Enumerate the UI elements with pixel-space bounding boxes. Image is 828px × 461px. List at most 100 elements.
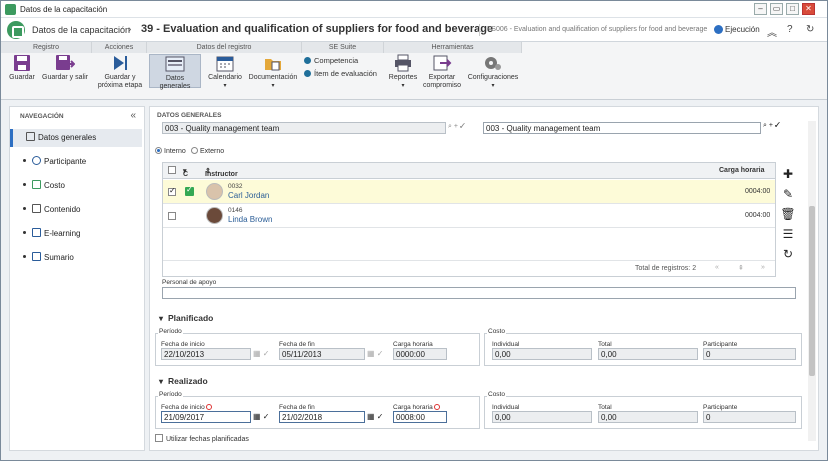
breadcrumb[interactable]: Datos de la capacitación [32, 25, 130, 35]
reports-button[interactable]: Reportes ▾ [386, 54, 420, 90]
planned-hours[interactable]: 0000:00 [393, 348, 447, 360]
column-hours[interactable]: Carga horaria [719, 167, 765, 174]
execution-button[interactable]: Ejecución [714, 25, 760, 34]
app-icon [5, 4, 16, 15]
save-button[interactable]: Guardar [6, 54, 38, 82]
team-right-field[interactable]: 003 - Quality management team [483, 122, 761, 134]
divider [479, 24, 480, 36]
nav-item-elearning[interactable]: E-learning [10, 225, 142, 243]
group-se-suite: SE Suite [302, 42, 384, 53]
next-step-icon [110, 54, 130, 72]
refresh-icon[interactable]: ↻ [779, 244, 797, 264]
instructor-hours: 0004:00 [745, 212, 771, 219]
nav-item-general-data[interactable]: Datos generales [10, 129, 142, 147]
next-page-icon[interactable]: » [761, 264, 765, 271]
competence-link[interactable]: Competencia [304, 54, 377, 67]
general-data-button[interactable]: Datos generales [149, 54, 201, 90]
gear-icon [483, 54, 503, 72]
column-c[interactable]: C ▾ [183, 167, 188, 178]
planned-cost-participant[interactable]: 0 [703, 348, 796, 360]
evaluation-item-link[interactable]: Ítem de evaluación [304, 67, 377, 80]
collapse-panel-icon[interactable]: « [130, 110, 136, 121]
window-title: Datos de la capacitación [20, 5, 108, 14]
nav-item-cost[interactable]: Costo [10, 177, 142, 195]
page-header: Datos de la capacitación › 39 - Evaluati… [1, 18, 827, 42]
group-registro: Registro [1, 42, 92, 53]
planned-section-title[interactable]: Planificado [159, 313, 213, 323]
nav-item-summary[interactable]: Sumario [10, 249, 142, 267]
close-button[interactable]: ✕ [802, 3, 815, 15]
nav-item-content[interactable]: Contenido [10, 201, 142, 219]
nav-item-participant[interactable]: Participante [10, 153, 142, 171]
general-data-panel: DATOS GENERALES 003 - Quality management… [149, 106, 819, 451]
radio-internal[interactable]: Interno [155, 147, 186, 155]
group-acciones: Acciones [92, 42, 147, 53]
instructor-hours: 0004:00 [745, 188, 771, 195]
settings-button[interactable]: Configuraciones ▾ [467, 54, 519, 90]
export-commitment-button[interactable]: Exportar compromiso [422, 54, 462, 90]
actual-hours[interactable]: 0008:00 [393, 411, 447, 423]
page-indicator-icon: ⇞ [738, 265, 744, 272]
calendar-icon[interactable]: ▦ ✓ [367, 349, 383, 358]
calendar-icon[interactable]: ▦ ✓ [253, 349, 269, 358]
search-icon[interactable]: ⌕ + ✓ [448, 123, 465, 131]
save-next-step-button[interactable]: Guardar y próxima etapa [97, 54, 143, 90]
delete-icon[interactable]: 🗑 [779, 204, 797, 224]
actual-end-date[interactable]: 21/02/2018 [279, 411, 365, 423]
navigation-panel: NAVEGACIÓN « Datos generales Participant… [9, 106, 145, 451]
radio-selected-icon [155, 147, 162, 154]
record-count: Total de registros: 2 [635, 265, 697, 272]
calendar-icon[interactable]: ▦ ✓ [253, 412, 269, 421]
planned-cost-group: Costo Individual 0,00 Total 0,00 Partici… [484, 328, 802, 366]
team-left-field[interactable]: 003 - Quality management team [162, 122, 446, 134]
column-instructor[interactable]: Instructor ⇕ [205, 167, 238, 178]
restore-button[interactable]: ▭ [770, 3, 783, 15]
instructor-name: Carl Jordan [228, 191, 270, 200]
summary-icon [32, 252, 41, 261]
use-planned-dates-checkbox[interactable] [155, 434, 163, 442]
help-icon[interactable]: ? [787, 24, 793, 35]
row-checkbox[interactable] [168, 212, 176, 220]
avatar [206, 207, 223, 224]
row-checkbox[interactable] [168, 186, 176, 196]
add-icon[interactable]: ✚ [779, 164, 797, 184]
use-planned-dates-option[interactable]: Utilizar fechas planificadas [155, 434, 249, 443]
edit-icon[interactable]: ✎ [779, 184, 797, 204]
save-exit-button[interactable]: Guardar y salir [41, 54, 89, 82]
actual-section-title[interactable]: Realizado [159, 376, 208, 386]
actual-cost-total[interactable]: 0,00 [598, 411, 698, 423]
save-exit-icon [55, 54, 76, 72]
form-icon [26, 132, 35, 141]
calendar-icon[interactable]: ▦ ✓ [367, 412, 383, 421]
list-icon[interactable]: ☰ [779, 224, 797, 244]
maximize-button[interactable]: □ [786, 3, 799, 15]
money-icon [32, 180, 41, 189]
documentation-button[interactable]: Documentación ▾ [247, 54, 299, 90]
play-icon [714, 25, 723, 34]
support-staff-field[interactable] [162, 287, 796, 299]
planned-end-date[interactable]: 05/11/2013 [279, 348, 365, 360]
actual-start-date[interactable]: 21/09/2017 [161, 411, 251, 423]
scrollbar-thumb[interactable] [809, 206, 815, 376]
minimize-button[interactable]: – [754, 3, 767, 15]
planned-cost-individual[interactable]: 0,00 [492, 348, 592, 360]
avatar [206, 183, 223, 200]
select-all-checkbox[interactable] [168, 166, 176, 174]
table-row[interactable]: 0146 Linda Brown 0004:00 [163, 204, 775, 228]
calendar-button[interactable]: Calendario ▾ [207, 54, 243, 90]
planned-start-date[interactable]: 22/10/2013 [161, 348, 251, 360]
radio-external[interactable]: Externo [191, 147, 224, 155]
actual-cost-individual[interactable]: 0,00 [492, 411, 592, 423]
search-add-icon[interactable]: ⌕ + ✓ [763, 122, 780, 130]
actual-cost-participant[interactable]: 0 [703, 411, 796, 423]
planned-cost-total[interactable]: 0,00 [598, 348, 698, 360]
prev-page-icon[interactable]: « [715, 264, 719, 271]
page-subtitle: FS006 - Evaluation and qualification of … [487, 26, 708, 33]
collapse-icon[interactable]: ︽ [767, 24, 777, 39]
table-row[interactable]: 0032 Carl Jordan 0004:00 [163, 180, 775, 204]
export-icon [432, 54, 452, 72]
form-icon [165, 55, 185, 73]
evaluation-icon [304, 70, 311, 77]
vertical-scrollbar[interactable] [808, 121, 816, 441]
refresh-icon[interactable]: ↻ [806, 24, 814, 35]
